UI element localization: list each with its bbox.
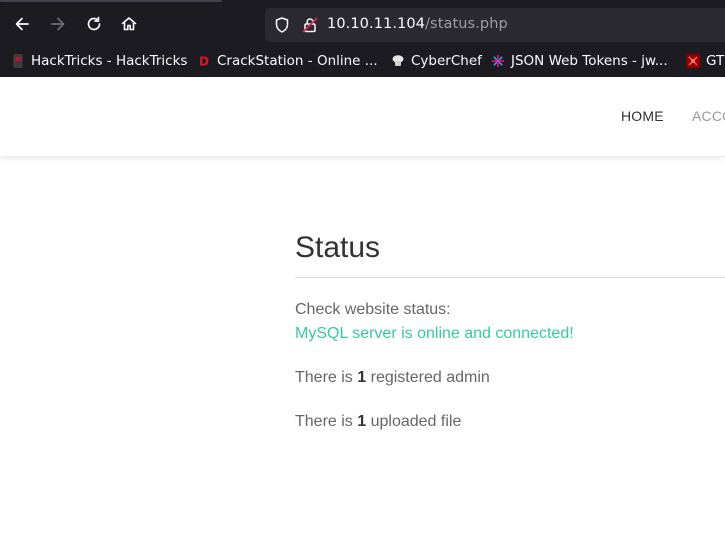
reload-button[interactable] bbox=[79, 9, 109, 39]
hacktricks-icon bbox=[11, 54, 25, 68]
bookmark-gtfobins[interactable]: GT bbox=[686, 52, 724, 70]
status-check-label: Check website status: bbox=[295, 301, 451, 318]
page-title: Status bbox=[295, 231, 381, 264]
svg-text:D: D bbox=[199, 55, 209, 69]
gtfobins-icon bbox=[686, 54, 700, 68]
admin-count: 1 bbox=[357, 369, 367, 386]
nav-link-home[interactable]: HOME bbox=[621, 108, 664, 124]
reload-icon bbox=[87, 16, 101, 31]
bookmark-label: CyberChef bbox=[411, 53, 482, 69]
bookmarks-toolbar: HackTricks - HackTricks D CrackStation -… bbox=[0, 48, 725, 75]
nav-link-accounts[interactable]: ACCO bbox=[692, 108, 725, 124]
url-path: /status.php bbox=[425, 16, 508, 32]
db-status-message: MySQL server is online and connected! bbox=[295, 325, 574, 342]
forward-arrow-icon bbox=[51, 17, 65, 31]
bookmark-jwt[interactable]: JSON Web Tokens - jw... bbox=[491, 52, 668, 70]
admin-count-text: There is 1 registered admin bbox=[295, 366, 725, 390]
bookmark-label: CrackStation - Online ... bbox=[217, 53, 378, 69]
upload-count-text: There is 1 uploaded file bbox=[295, 410, 725, 434]
bookmark-crackstation[interactable]: D CrackStation - Online ... bbox=[197, 52, 378, 70]
url-bar[interactable]: 10.10.11.104/status.php bbox=[265, 8, 725, 42]
upload-count: 1 bbox=[357, 413, 367, 430]
status-section: Status Check website status: MySQL serve… bbox=[295, 220, 725, 434]
home-icon bbox=[121, 17, 137, 31]
home-button[interactable] bbox=[114, 9, 144, 39]
insecure-lock-icon[interactable] bbox=[301, 16, 319, 34]
upload-suffix: uploaded file bbox=[370, 413, 462, 430]
back-button[interactable] bbox=[7, 9, 37, 39]
active-tab-edge[interactable] bbox=[0, 0, 222, 2]
bookmark-label: GT bbox=[706, 53, 725, 69]
forward-button[interactable] bbox=[43, 9, 73, 39]
admin-suffix: registered admin bbox=[370, 369, 490, 386]
back-arrow-icon bbox=[15, 17, 29, 31]
browser-chrome: 10.10.11.104/status.php HackTricks - Hac… bbox=[0, 0, 725, 77]
cyberchef-icon bbox=[391, 54, 405, 68]
url-text[interactable]: 10.10.11.104/status.php bbox=[327, 16, 508, 32]
bookmark-label: JSON Web Tokens - jw... bbox=[511, 53, 668, 69]
bookmark-label: HackTricks - HackTricks bbox=[31, 53, 188, 69]
title-divider bbox=[295, 277, 725, 278]
crackstation-icon: D bbox=[197, 54, 211, 69]
browser-toolbar: 10.10.11.104/status.php bbox=[0, 6, 725, 44]
jwt-icon bbox=[491, 54, 505, 68]
url-host: 10.10.11.104 bbox=[327, 16, 426, 32]
bookmark-cyberchef[interactable]: CyberChef bbox=[391, 52, 482, 70]
bookmark-hacktricks[interactable]: HackTricks - HackTricks bbox=[11, 52, 187, 70]
shield-icon[interactable] bbox=[273, 16, 291, 34]
upload-prefix: There is bbox=[295, 413, 353, 430]
site-header: HOME ACCO bbox=[0, 77, 725, 157]
admin-prefix: There is bbox=[295, 369, 353, 386]
